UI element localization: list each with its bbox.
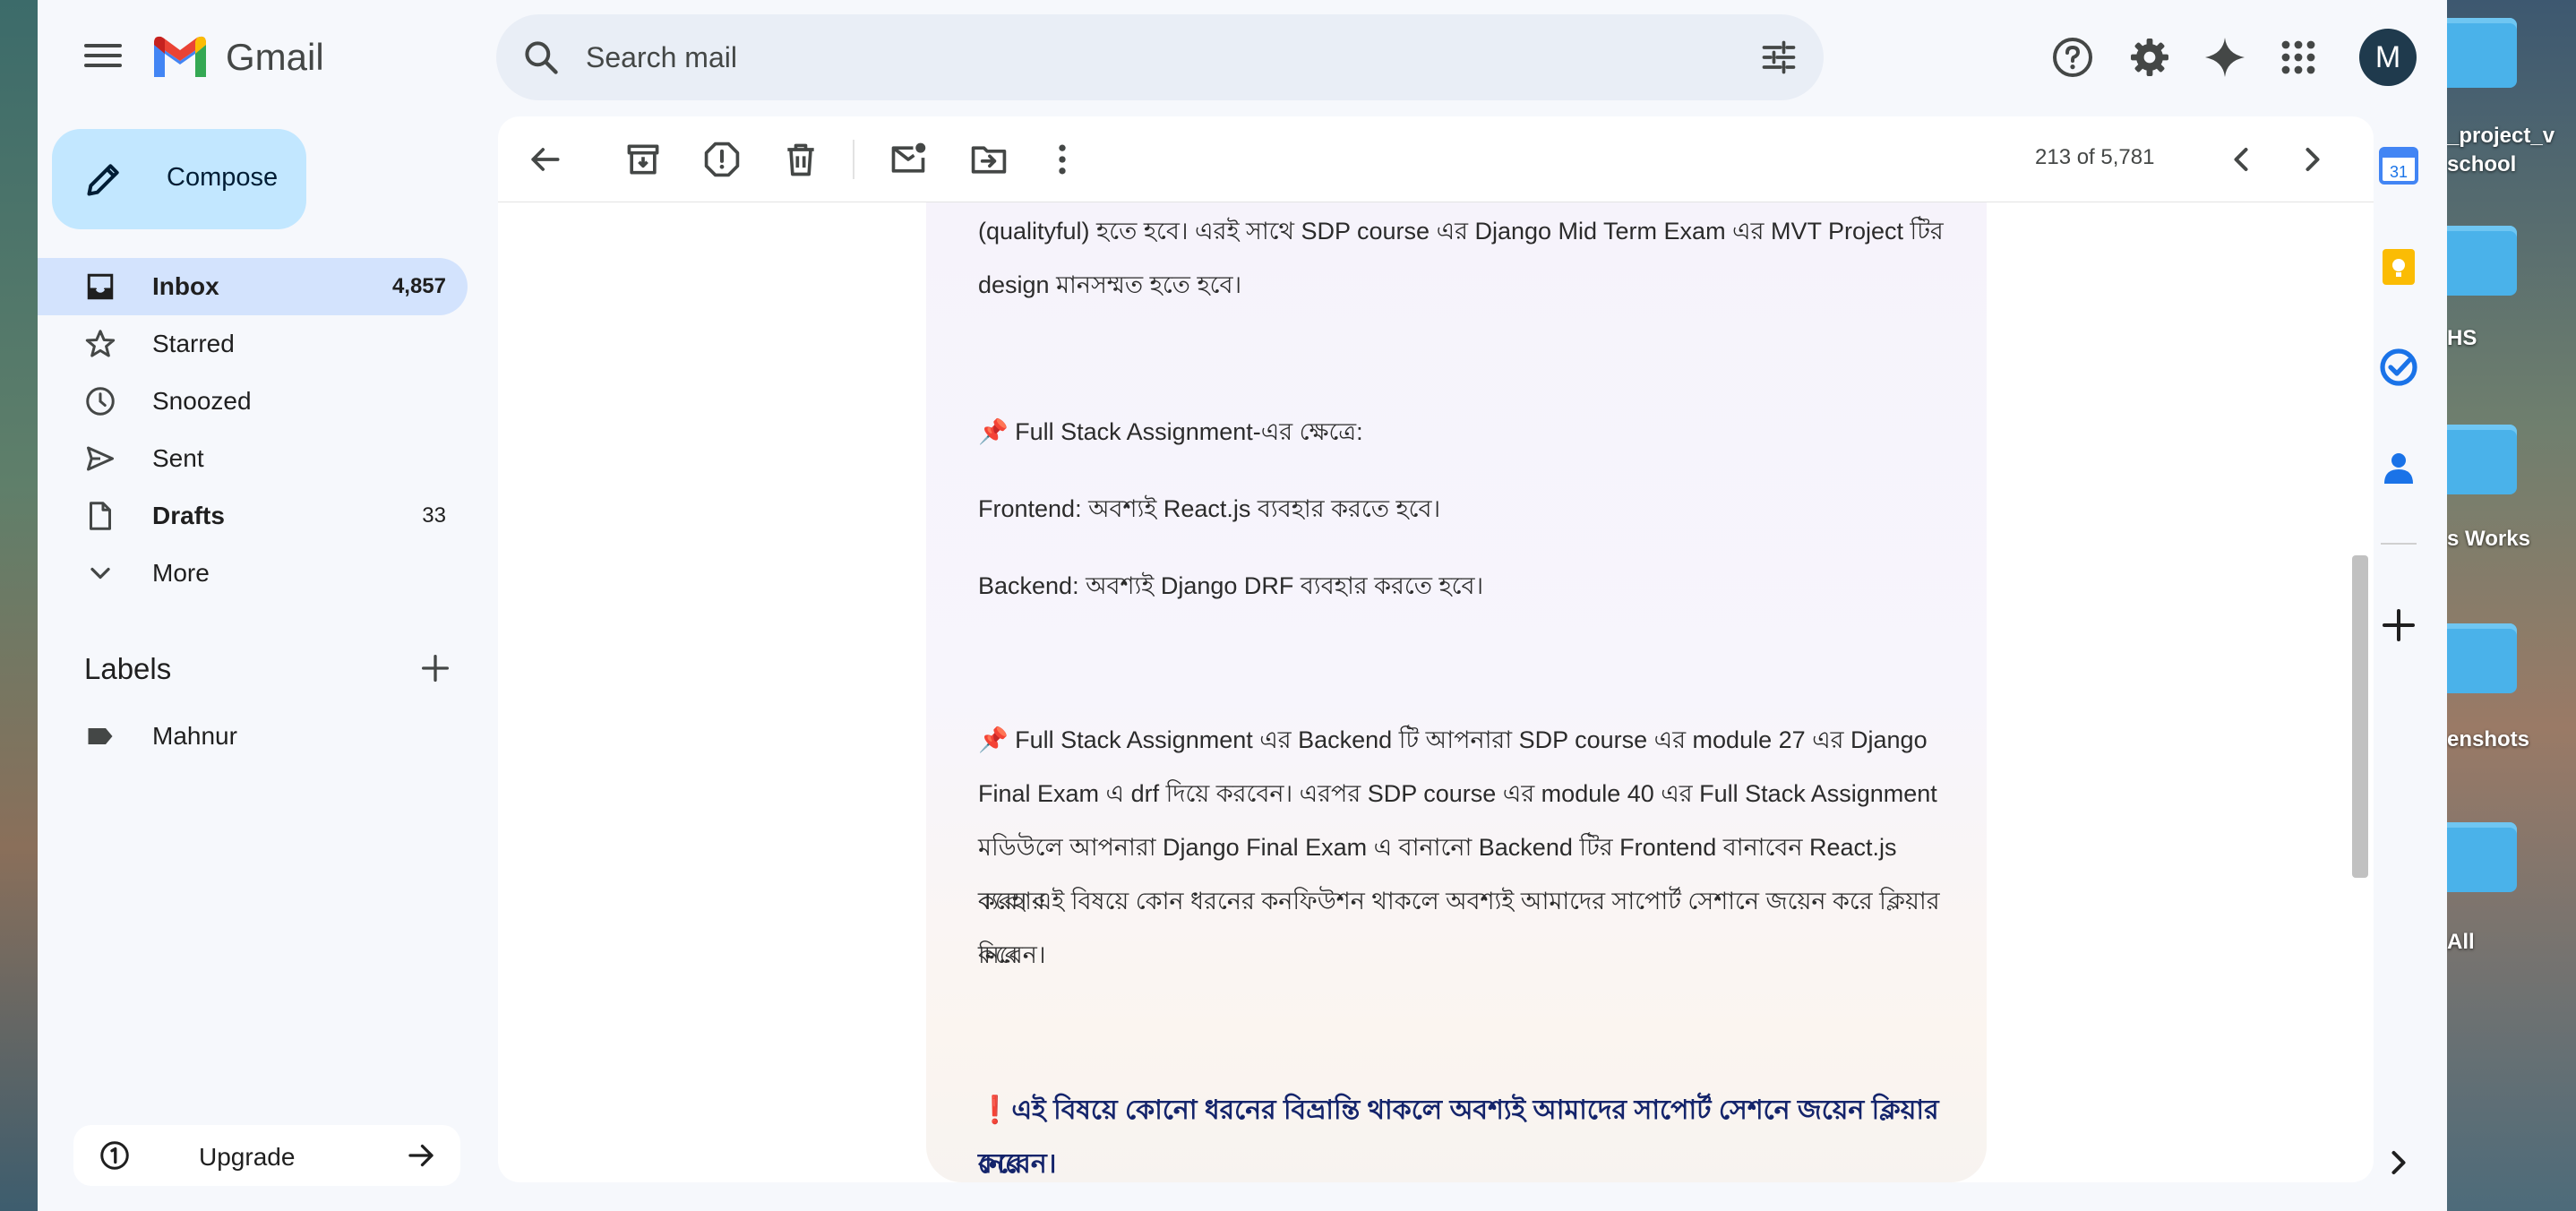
desktop-folder-icon[interactable] xyxy=(2447,822,2517,892)
gemini-sparkle-icon[interactable] xyxy=(2203,36,2246,79)
main-menu-button[interactable] xyxy=(84,38,122,75)
email-content: (qualityful) হতে হবে। এরই সাথে SDP cours… xyxy=(926,202,1987,1182)
sidebar-item-label: Starred xyxy=(152,330,235,357)
sidebar-item-sent[interactable]: Sent xyxy=(38,430,468,487)
unread-count: 4,857 xyxy=(391,274,446,298)
pencil-icon xyxy=(87,164,119,196)
draft-icon xyxy=(90,502,111,530)
email-warning: নেবেন। xyxy=(978,1149,1057,1179)
desktop-folder-icon[interactable] xyxy=(2447,18,2517,88)
email-paragraph: Backend: অবশ্যই Django DRF ব্যবহার করতে … xyxy=(978,572,1484,599)
sidebar-item-label: Inbox xyxy=(152,272,219,300)
sidebar-item-starred[interactable]: Starred xyxy=(38,315,468,373)
gmail-logo-icon[interactable] xyxy=(150,32,210,79)
email-paragraph: design মানসম্মত হতে হবে। xyxy=(978,271,1242,298)
sidebar-item-label: More xyxy=(152,559,210,587)
archive-icon[interactable] xyxy=(623,140,663,179)
email-paragraph: 📌 Full Stack Assignment-এর ক্ষেত্রে: xyxy=(978,418,1363,445)
search-input[interactable] xyxy=(586,34,1714,81)
sidebar-item-more[interactable]: More xyxy=(38,545,468,602)
desktop-folder-label[interactable]: s Works xyxy=(2447,525,2576,554)
star-icon xyxy=(85,330,116,357)
contacts-icon[interactable] xyxy=(2377,446,2420,489)
desktop-folder-icon[interactable] xyxy=(2447,425,2517,494)
desktop-folder-label[interactable]: HS xyxy=(2447,324,2576,353)
mark-unread-icon[interactable] xyxy=(889,140,928,179)
desktop-folder-icon[interactable] xyxy=(2447,226,2517,296)
drafts-count: 33 xyxy=(422,503,446,528)
calendar-icon[interactable]: 31 xyxy=(2377,143,2420,186)
desktop-folder-icon[interactable] xyxy=(2447,623,2517,693)
desktop-folder-label[interactable]: enshots xyxy=(2447,726,2576,754)
email-toolbar: 213 of 5,781 xyxy=(498,116,2374,202)
pagination-text: 213 of 5,781 xyxy=(2035,145,2155,169)
sidebar-item-label: Drafts xyxy=(152,502,225,529)
search-bar[interactable] xyxy=(496,14,1824,100)
upgrade-button[interactable]: Upgrade xyxy=(73,1125,460,1186)
delete-trash-icon[interactable] xyxy=(781,140,820,179)
email-paragraph: (qualityful) হতে হবে। এরই সাথে SDP cours… xyxy=(978,218,1944,245)
email-paragraph: Frontend: অবশ্যই React.js ব্যবহার করতে হ… xyxy=(978,495,1441,522)
scrollbar-thumb[interactable] xyxy=(2352,555,2368,878)
app-title: Gmail xyxy=(226,36,324,78)
compose-button[interactable]: Compose xyxy=(52,129,306,229)
inbox-icon xyxy=(87,273,114,300)
sidebar-item-label: Sent xyxy=(152,444,204,472)
more-options-icon[interactable] xyxy=(1043,140,1082,179)
chevron-left-icon[interactable] xyxy=(2221,140,2261,179)
desktop-folder-label[interactable]: _project_v school xyxy=(2447,122,2576,179)
clock-icon xyxy=(86,387,115,416)
back-arrow-icon[interactable] xyxy=(525,140,564,179)
tasks-icon[interactable] xyxy=(2377,346,2420,389)
email-view: 213 of 5,781 (qualityful) হতে হবে। এরই স… xyxy=(498,116,2374,1182)
sidebar-item-snoozed[interactable]: Snoozed xyxy=(38,373,468,430)
move-to-folder-icon[interactable] xyxy=(969,140,1009,179)
search-options-icon[interactable] xyxy=(1759,38,1799,77)
chevron-right-icon[interactable] xyxy=(2293,140,2332,179)
desktop-background-left xyxy=(0,0,38,1211)
chevron-down-icon xyxy=(90,567,110,580)
rail-divider xyxy=(2381,543,2417,545)
sidebar-item-drafts[interactable]: Drafts 33 xyxy=(38,487,468,545)
keep-icon[interactable] xyxy=(2377,245,2420,288)
search-icon[interactable] xyxy=(521,38,561,77)
report-spam-icon[interactable] xyxy=(702,140,742,179)
desktop-folder-label[interactable]: All xyxy=(2447,928,2576,957)
email-paragraph: 📌 Full Stack Assignment এর Backend টি আপ… xyxy=(978,726,1928,753)
sidebar-item-label: Snoozed xyxy=(152,387,252,415)
labels-heading: Labels xyxy=(84,652,172,685)
email-paragraph: নিবেন। xyxy=(978,941,1046,968)
account-avatar[interactable]: M xyxy=(2359,29,2417,86)
email-paragraph: Final Exam এ drf দিয়ে করবেন। এরপর SDP c… xyxy=(978,780,1937,807)
add-label-icon[interactable] xyxy=(417,650,453,686)
gmail-window: Gmail Search mail M Compose Inbox 4,857 … xyxy=(38,0,2447,1211)
apps-grid-icon[interactable] xyxy=(2277,36,2320,79)
help-icon[interactable] xyxy=(2051,36,2094,79)
expand-panel-icon[interactable] xyxy=(2379,1143,2418,1182)
calendar-day-number: 31 xyxy=(2390,163,2408,181)
settings-gear-icon[interactable] xyxy=(2128,36,2171,79)
sidebar-item-inbox[interactable]: Inbox 4,857 xyxy=(38,258,468,315)
upgrade-icon xyxy=(100,1141,129,1170)
desktop-background-right xyxy=(2447,0,2576,1211)
compose-label: Compose xyxy=(167,163,279,192)
add-addon-icon[interactable] xyxy=(2377,604,2420,647)
sidebar-item-label: Mahnur xyxy=(152,722,237,750)
arrow-right-icon xyxy=(408,1144,434,1167)
toolbar-divider xyxy=(853,140,854,179)
label-icon xyxy=(88,728,113,744)
upgrade-label: Upgrade xyxy=(199,1143,296,1171)
sidebar-item-label-mahnur[interactable]: Mahnur xyxy=(38,708,468,765)
send-icon xyxy=(87,446,114,471)
